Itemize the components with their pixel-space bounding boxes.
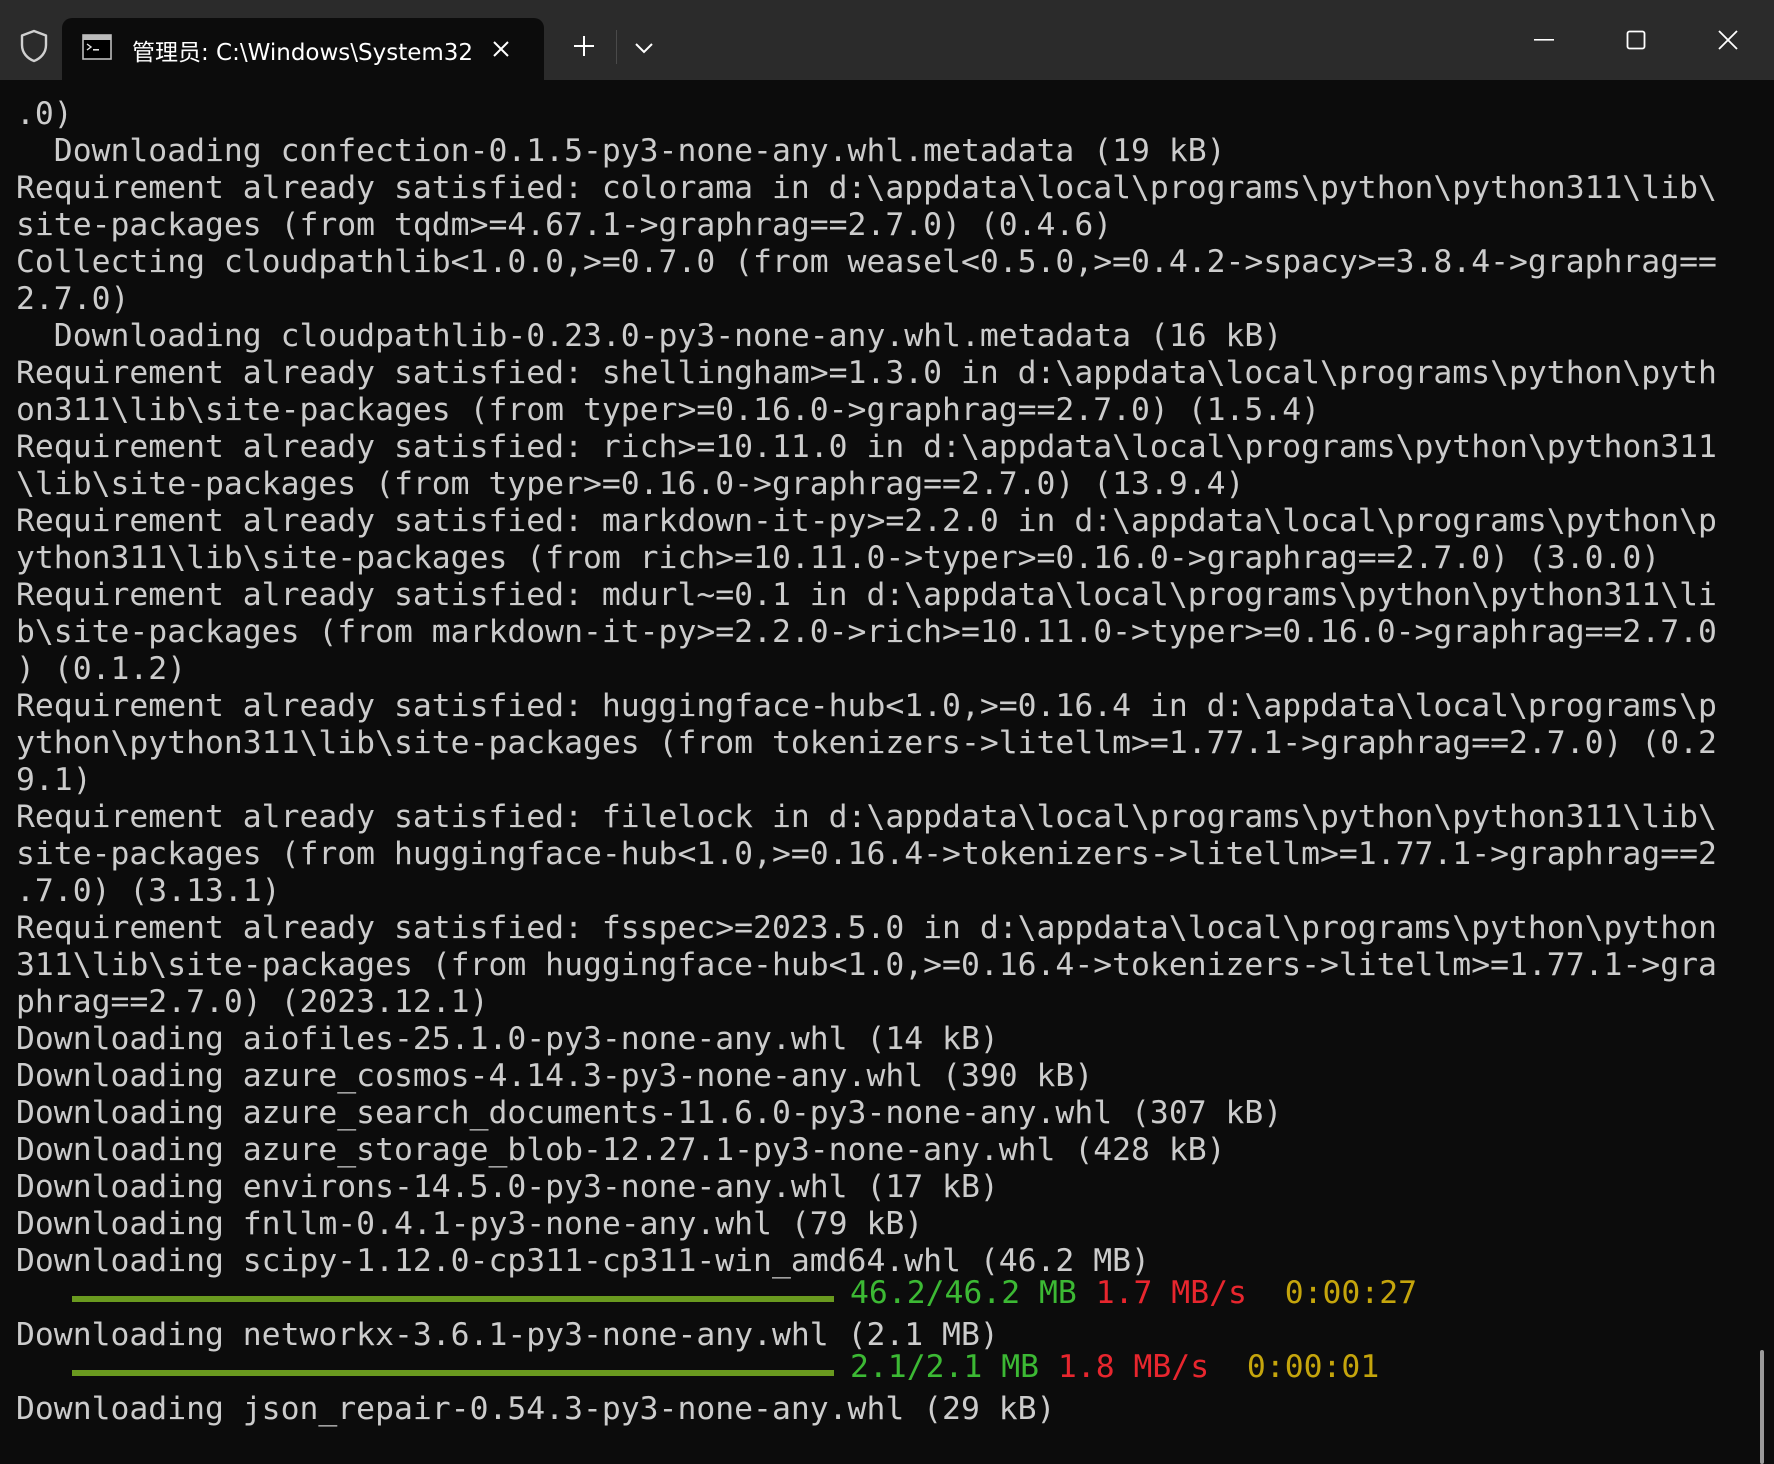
terminal-line: \lib\site-packages (from typer>=0.16.0->… <box>16 466 1245 502</box>
progress-size: 2.1/2.1 MB <box>850 1349 1039 1385</box>
plus-icon[interactable] <box>566 28 602 64</box>
terminal-line: Downloading aiofiles-25.1.0-py3-none-any… <box>16 1021 999 1057</box>
terminal-line: Downloading json_repair-0.54.3-py3-none-… <box>16 1391 1056 1427</box>
terminal-line: Requirement already satisfied: filelock … <box>16 799 1717 835</box>
minimize-icon[interactable] <box>1516 18 1572 62</box>
terminal-line: site-packages (from huggingface-hub<1.0,… <box>16 836 1717 872</box>
progress-bar-scipy <box>72 1296 834 1302</box>
terminal-line: ython\python311\lib\site-packages (from … <box>16 725 1717 761</box>
titlebar-separator <box>616 30 617 64</box>
terminal-line: ython311\lib\site-packages (from rich>=1… <box>16 540 1661 576</box>
terminal-line: Requirement already satisfied: huggingfa… <box>16 688 1717 724</box>
tab-title: 管理员: C:\Windows\System32 <box>132 40 474 66</box>
scrollbar-thumb[interactable] <box>1760 1350 1764 1464</box>
terminal-lines: .0) Downloading confection-0.1.5-py3-non… <box>16 96 1740 1428</box>
terminal-line: 9.1) <box>16 762 92 798</box>
terminal-line: site-packages (from tqdm>=4.67.1->graphr… <box>16 207 1113 243</box>
progress-eta: 0:00:01 <box>1246 1349 1380 1385</box>
terminal-line: Requirement already satisfied: rich>=10.… <box>16 429 1717 465</box>
terminal-icon <box>82 34 112 60</box>
terminal-line: Requirement already satisfied: fsspec>=2… <box>16 910 1717 946</box>
terminal-line: .0) <box>16 96 73 132</box>
maximize-icon[interactable] <box>1608 18 1664 62</box>
terminal-line: 2.7.0) <box>16 281 130 317</box>
terminal-line: Downloading environs-14.5.0-py3-none-any… <box>16 1169 999 1205</box>
terminal-line: Downloading azure_search_documents-11.6.… <box>16 1095 1283 1131</box>
console-output[interactable]: .0) Downloading confection-0.1.5-py3-non… <box>0 80 1774 1464</box>
progress-speed: 1.7 MB/s <box>1095 1275 1247 1311</box>
terminal-line: phrag==2.7.0) (2023.12.1) <box>16 984 489 1020</box>
terminal-line: Requirement already satisfied: mdurl~=0.… <box>16 577 1717 613</box>
terminal-line: b\site-packages (from markdown-it-py>=2.… <box>16 614 1717 650</box>
terminal-line: Downloading azure_cosmos-4.14.3-py3-none… <box>16 1058 1094 1094</box>
tab-cmd[interactable]: 管理员: C:\Windows\System32 <box>62 18 544 80</box>
terminal-line: Downloading cloudpathlib-0.23.0-py3-none… <box>16 318 1283 354</box>
terminal-line: Downloading fnllm-0.4.1-py3-none-any.whl… <box>16 1206 924 1242</box>
terminal-line: Requirement already satisfied: colorama … <box>16 170 1717 206</box>
terminal-line: 311\lib\site-packages (from huggingface-… <box>16 947 1717 983</box>
progress-stats-scipy: 46.2/46.2 MB 1.7 MB/s 0:00:27 <box>850 1275 1417 1312</box>
progress-size: 46.2/46.2 MB <box>850 1275 1077 1311</box>
progress-speed: 1.8 MB/s <box>1057 1349 1210 1385</box>
shield-icon <box>14 26 54 66</box>
terminal-line: Requirement already satisfied: markdown-… <box>16 503 1717 539</box>
terminal-line: Downloading confection-0.1.5-py3-none-an… <box>16 133 1226 169</box>
terminal-line: Collecting cloudpathlib<1.0.0,>=0.7.0 (f… <box>16 244 1717 280</box>
progress-eta: 0:00:27 <box>1284 1275 1418 1311</box>
title-bar: 管理员: C:\Windows\System32 <box>0 0 1774 80</box>
terminal-line: .7.0) (3.13.1) <box>16 873 281 909</box>
progress-bar-networkx <box>72 1370 834 1376</box>
terminal-line: on311\lib\site-packages (from typer>=0.1… <box>16 392 1321 428</box>
close-icon[interactable] <box>1700 18 1756 62</box>
terminal-line: Downloading azure_storage_blob-12.27.1-p… <box>16 1132 1226 1168</box>
terminal-line: ) (0.1.2) <box>16 651 187 687</box>
progress-stats-networkx: 2.1/2.1 MB 1.8 MB/s 0:00:01 <box>850 1349 1379 1386</box>
terminal-line: Requirement already satisfied: shellingh… <box>16 355 1717 391</box>
chevron-down-icon[interactable] <box>626 30 662 66</box>
close-icon[interactable] <box>484 32 518 66</box>
